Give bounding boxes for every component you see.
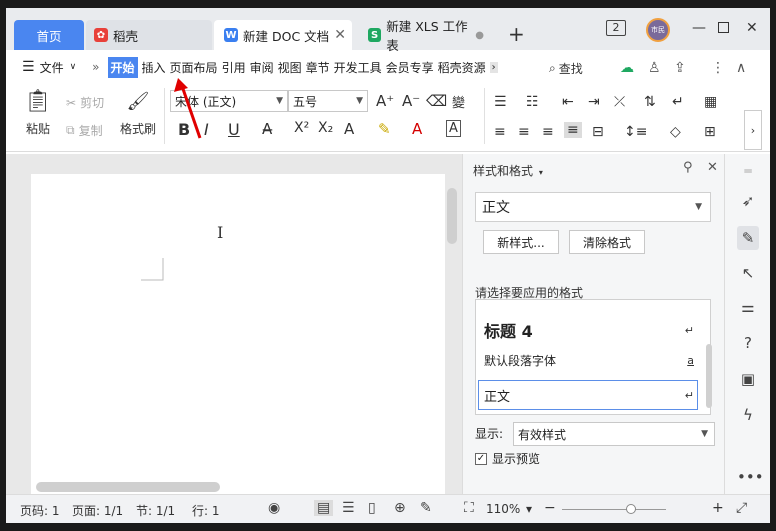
close-pane-icon[interactable]: ✕ — [707, 160, 718, 175]
list-item[interactable]: 标题 4 ↵ — [484, 318, 694, 342]
chevron-down-icon: ▼ — [701, 429, 708, 439]
show-filter-select[interactable]: 有效样式 ▼ — [513, 422, 715, 446]
lightning-icon[interactable]: ϟ — [737, 406, 759, 424]
list-item[interactable]: 正文 ↵ — [484, 386, 694, 405]
style-pane: 样式和格式 ▾ ⚲ ✕ 正文 ▼ 新样式... 清除格式 请选择要应用的格式 ▔… — [462, 154, 724, 494]
pane-title-text: 样式和格式 — [473, 164, 534, 178]
right-sidebar: ═ ➶ ✎ ↖ ⚌ ? ▣ ϟ ••• — [724, 154, 770, 494]
zoom-level[interactable]: 110% — [486, 502, 520, 516]
list-item-partial: ▔▔▔ — [484, 299, 519, 312]
help-icon[interactable]: ? — [737, 334, 759, 352]
show-preview-label: 显示预览 — [492, 452, 541, 466]
zoom-out-icon[interactable]: − — [544, 500, 556, 516]
outline-view-icon[interactable]: ☰ — [342, 500, 355, 516]
document-page[interactable]: I — [31, 174, 445, 494]
status-pages[interactable]: 页面: 1/1 — [72, 502, 123, 519]
show-filter-value: 有效样式 — [518, 427, 567, 442]
zoom-in-icon[interactable]: + — [712, 500, 724, 516]
zoom-slider[interactable] — [562, 509, 666, 510]
style-list[interactable]: ▔▔▔ 标题 4 ↵ 默认段落字体 a 正文 ↵ — [475, 299, 711, 415]
svg-text:I: I — [217, 223, 223, 242]
zoom-slider-handle[interactable] — [626, 504, 636, 514]
style-name: 标题 4 — [484, 322, 533, 341]
style-name: 正文 — [484, 390, 511, 405]
select-cursor-icon[interactable]: ↖ — [737, 264, 759, 282]
eye-protect-icon[interactable]: ◉ — [268, 500, 280, 516]
clear-format-label: 清除格式 — [582, 235, 631, 250]
paragraph-mark-icon: ↵ — [684, 389, 694, 402]
more-horizontal-icon[interactable]: ••• — [737, 468, 764, 486]
style-pen-icon[interactable]: ✎ — [737, 226, 759, 250]
reading-view-icon[interactable]: ▯ — [368, 500, 376, 516]
image-edit-icon[interactable]: ▣ — [737, 370, 759, 388]
status-line[interactable]: 行: 1 — [192, 502, 220, 519]
new-style-label: 新样式... — [497, 235, 545, 250]
paragraph-mark-icon: ↵ — [684, 323, 694, 337]
status-page-number[interactable]: 页码: 1 — [20, 502, 60, 519]
status-bar: 页码: 1 页面: 1/1 节: 1/1 行: 1 ◉ ▤ ☰ ▯ ⊕ ✎ ⛶ … — [6, 494, 770, 523]
new-style-button[interactable]: 新样式... — [483, 230, 559, 254]
current-style-select[interactable]: 正文 ▼ — [475, 192, 711, 222]
style-list-scrollbar[interactable] — [706, 344, 712, 408]
show-label: 显示: — [475, 427, 504, 441]
settings-sliders-icon[interactable]: ⚌ — [737, 298, 759, 316]
chevron-down-icon[interactable]: ▾ — [526, 502, 532, 516]
rocket-icon[interactable]: ➶ — [737, 192, 759, 210]
status-section[interactable]: 节: 1/1 — [136, 502, 175, 519]
list-item[interactable]: 默认段落字体 a — [484, 352, 694, 369]
current-style-value: 正文 — [482, 200, 510, 216]
drag-handle-icon[interactable]: ═ — [737, 164, 759, 178]
char-style-icon: a — [687, 354, 694, 367]
show-preview-toggle[interactable]: ✓ 显示预览 — [475, 450, 540, 467]
chevron-down-icon: ▼ — [695, 202, 702, 212]
style-name: 默认段落字体 — [484, 354, 557, 368]
chevron-down-icon: ▾ — [538, 168, 543, 177]
page-view-icon[interactable]: ▤ — [314, 500, 334, 516]
pin-icon[interactable]: ⚲ — [683, 160, 693, 175]
pane-title[interactable]: 样式和格式 ▾ — [473, 162, 543, 179]
pen-view-icon[interactable]: ✎ — [420, 500, 432, 516]
fit-page-icon[interactable]: ⛶ — [464, 500, 474, 516]
horizontal-scrollbar[interactable] — [36, 482, 220, 492]
fullscreen-icon[interactable]: ⤢ — [736, 500, 747, 516]
checkbox-checked-icon[interactable]: ✓ — [475, 452, 487, 465]
web-view-icon[interactable]: ⊕ — [394, 500, 406, 516]
app-window: 首页 ✿ 稻壳 W 新建 DOC 文档 ✕ S 新建 XLS 工作表 ● + 2… — [6, 8, 770, 523]
page-margin-mark: I — [141, 223, 223, 281]
clear-format-button[interactable]: 清除格式 — [569, 230, 645, 254]
